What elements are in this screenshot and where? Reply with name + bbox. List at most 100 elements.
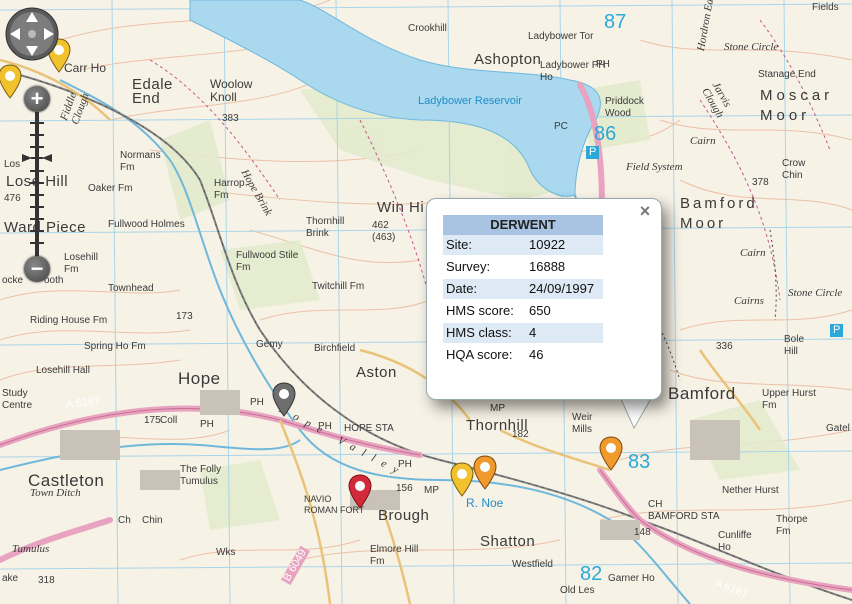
place-label-cunliffe-ho: Cunliffe Ho — [718, 530, 752, 553]
zoom-out-button[interactable]: − — [24, 256, 50, 282]
zoom-in-button[interactable]: + — [24, 86, 50, 112]
zoom-tick[interactable] — [30, 182, 44, 184]
place-label-birchfield: Birchfield — [314, 343, 356, 354]
place-label-townhead: Townhead — [108, 283, 154, 294]
place-label-bamford: Bamford — [668, 384, 736, 403]
place-label-losehill-hall: Losehill Hall — [36, 365, 90, 376]
spot-height-383: 383 — [222, 113, 239, 124]
zoom-tick[interactable] — [30, 218, 44, 220]
place-label-fullwood-stile-fm: Fullwood Stile Fm — [236, 250, 299, 273]
place-label-fields: Fields — [812, 2, 839, 13]
popup-row-key: Survey: — [446, 259, 491, 274]
place-label-edale-end: Edale End — [132, 76, 173, 107]
popup-row-site: Site: 10922 — [443, 235, 603, 255]
place-label-hope-sta: HOPE STA — [344, 423, 394, 434]
marker-grey-hope[interactable] — [271, 382, 297, 418]
place-label-tumulus: Tumulus — [12, 543, 50, 555]
spot-height-336: 336 — [716, 341, 733, 352]
abbr-ph-4: PH — [318, 421, 332, 432]
zoom-tick[interactable] — [30, 134, 44, 136]
place-label-los: Los — [4, 159, 21, 170]
spot-height-175: 175 — [144, 415, 161, 426]
popup-row-key: Date: — [446, 281, 478, 296]
spot-height-173: 173 — [176, 311, 193, 322]
popup-row-value: 24/09/1997 — [529, 281, 595, 296]
place-label-ladybower-tor: Ladybower Tor — [528, 31, 594, 42]
pan-arrows-icon[interactable] — [4, 6, 60, 62]
parking-p-2: P — [830, 324, 844, 337]
place-label-crookhill: Crookhill — [408, 23, 447, 34]
popup-row-value: 46 — [529, 347, 544, 362]
grid-number-87: 87 — [604, 11, 627, 33]
place-label-win-hill: Win Hi — [377, 199, 425, 216]
place-label-oaker-fm: Oaker Fm — [88, 183, 133, 194]
abbr-ph-5: PH — [596, 59, 610, 70]
place-label-spring-ho-fm: Spring Ho Fm — [84, 341, 146, 352]
popup-row-value: 650 — [529, 303, 551, 318]
os-map[interactable]: Edale End Carr Ho Woolow Knoll Crookhill… — [0, 0, 852, 604]
place-label-shatton: Shatton — [480, 533, 536, 550]
place-label-elmore-hill-fm: Elmore Hill Fm — [370, 544, 419, 567]
abbr-mp-1: MP — [424, 485, 439, 496]
place-label-normans-fm: Normans Fm — [120, 150, 161, 173]
place-label-ooth: ooth — [44, 275, 64, 286]
abbr-mp-2: MP — [490, 403, 505, 414]
place-label-the-folly: The Folly Tumulus — [180, 464, 222, 487]
place-label-upper-hurst-fm: Upper Hurst Fm — [762, 388, 816, 411]
place-label-study-centre: Study Centre — [2, 388, 33, 411]
place-label-stanage-end: Stanage End — [758, 69, 816, 80]
spot-height-156: 156 — [396, 483, 413, 494]
popup-row-survey: Survey: 16888 — [443, 257, 603, 277]
marker-yellow-nw-1[interactable] — [0, 64, 23, 100]
popup-row-hms-class: HMS class: 4 — [443, 323, 603, 343]
place-label-riding-house-fm: Riding House Fm — [30, 315, 108, 326]
zoom-tick[interactable] — [30, 206, 44, 208]
place-label-woolow-knoll: Woolow Knoll — [210, 77, 253, 104]
zoom-tick[interactable] — [30, 242, 44, 244]
abbr-pc: PC — [554, 121, 568, 132]
popup-close-button[interactable]: × — [637, 202, 653, 220]
place-label-cairns: Cairns — [734, 295, 764, 307]
place-label-aston: Aston — [356, 364, 397, 381]
abbr-ph-3: PH — [398, 459, 412, 470]
place-label-ocke: ocke — [2, 275, 24, 286]
popup-row-hms-score: HMS score: 650 — [443, 301, 603, 321]
parking-p-1: P — [586, 146, 600, 159]
place-label-garner-ho: Garner Ho — [608, 573, 655, 584]
place-label-brough: Brough — [378, 507, 430, 524]
popup-row-key: HQA score: — [446, 347, 513, 362]
place-label-spot-462: 462 (463) — [372, 220, 396, 243]
abbr-ch-2: Ch — [118, 515, 131, 526]
place-label-ladybower-reservoir: Ladybower Reservoir — [418, 95, 522, 107]
grid-number-82: 82 — [580, 563, 603, 585]
marker-orange-bamford[interactable] — [598, 436, 624, 472]
place-label-harrop-fm: Harrop Fm — [214, 178, 245, 201]
place-label-crow-chin: Crow Chin — [782, 158, 806, 181]
zoom-track[interactable] — [30, 112, 44, 258]
popup-row-key: HMS class: — [446, 325, 512, 340]
zoom-tick[interactable] — [30, 230, 44, 232]
popup-pointer — [618, 396, 654, 430]
marker-orange-noe[interactable] — [472, 455, 498, 491]
popup-row-value: 10922 — [529, 237, 566, 252]
place-label-stone-circle-2: Stone Circle — [788, 287, 843, 299]
spot-height-378: 378 — [752, 177, 769, 188]
place-label-thorpe-fm: Thorpe Fm — [776, 514, 808, 537]
zoom-tick[interactable] — [30, 122, 44, 124]
place-label-priddock-wood: Priddock Wood — [605, 96, 644, 119]
popup-row-value: 4 — [529, 325, 537, 340]
zoom-tick[interactable] — [30, 170, 44, 172]
abbr-ch-1: CH — [648, 499, 663, 510]
zoom-tick[interactable] — [30, 146, 44, 148]
marker-red-brough[interactable] — [347, 474, 373, 510]
place-label-moscar-moor: Moscar Moor — [760, 87, 834, 124]
spot-height-182: 182 — [512, 429, 529, 440]
popup-row-value: 16888 — [529, 259, 566, 274]
place-label-field-system: Field System — [626, 161, 683, 173]
place-label-bamford-sta: BAMFORD STA — [648, 511, 720, 522]
grid-number-86: 86 — [594, 123, 617, 145]
zoom-slider-handle[interactable] — [22, 152, 52, 164]
abbr-ph-1: PH — [250, 397, 264, 408]
zoom-tick[interactable] — [30, 194, 44, 196]
place-label-fullwood-holmes: Fullwood Holmes — [108, 219, 185, 230]
